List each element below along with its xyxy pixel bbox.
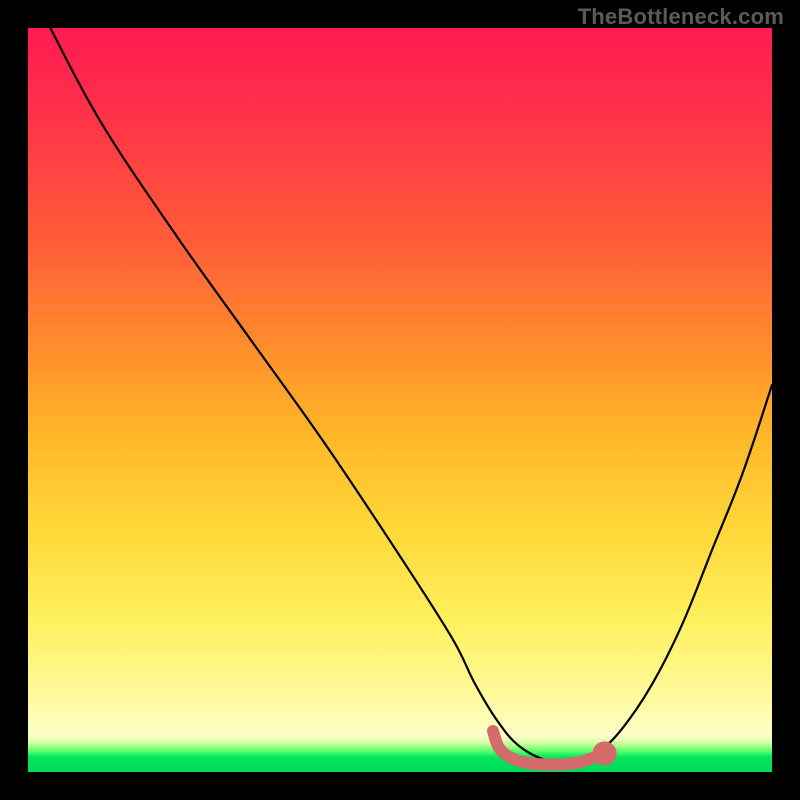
optimal-range-end-dot — [593, 741, 617, 765]
chart-svg — [28, 28, 772, 772]
bottleneck-curve — [50, 28, 772, 763]
plot-area — [28, 28, 772, 772]
watermark-text: TheBottleneck.com — [578, 4, 784, 30]
chart-frame: TheBottleneck.com — [0, 0, 800, 800]
